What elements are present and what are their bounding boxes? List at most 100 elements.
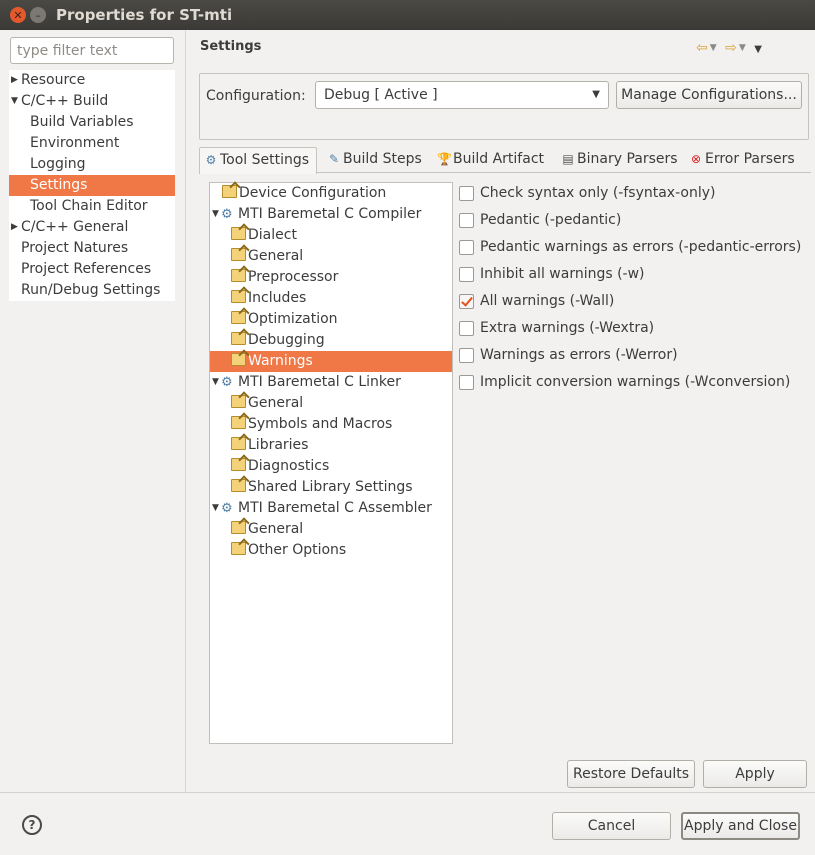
configuration-value: Debug [ Active ] [324, 87, 438, 103]
settings-pane: Settings ⇦▼ ⇨▼ ▼ Configuration: Debug [ … [186, 30, 815, 792]
tool-option-category[interactable]: General [210, 393, 452, 414]
nav-item-label: Project Natures [21, 240, 129, 256]
tool-option-category[interactable]: Includes [210, 288, 452, 309]
cancel-button[interactable]: Cancel [552, 812, 671, 840]
checkbox-unchecked[interactable] [459, 186, 474, 201]
tool-option-category[interactable]: Optimization [210, 309, 452, 330]
expanded-arrow-icon[interactable]: ▼ [11, 91, 18, 112]
folder-icon [231, 248, 246, 261]
nav-item-c-c-general[interactable]: ▶ C/C++ General [9, 217, 175, 238]
option-checkbox-row[interactable]: Warnings as errors (-Werror) [458, 344, 808, 371]
tool-option-category[interactable]: Diagnostics [210, 456, 452, 477]
tree-item-label: Diagnostics [248, 458, 330, 474]
option-checkbox-row[interactable]: All warnings (-Wall) [458, 290, 808, 317]
title-bar: ✕ – Properties for ST-mti [0, 0, 815, 30]
tool-node[interactable]: ▼ ⚙ MTI Baremetal C Compiler [210, 204, 452, 225]
build-steps-icon: ✎ [328, 152, 340, 166]
tab-binary-parsers[interactable]: ▤ Binary Parsers [557, 147, 679, 173]
close-window-button[interactable]: ✕ [10, 7, 26, 23]
properties-dialog: ✕ – Properties for ST-mti ▶Resource▼C/C+… [0, 0, 815, 855]
tool-option-category[interactable]: Libraries [210, 435, 452, 456]
option-checkbox-row[interactable]: Inhibit all warnings (-w) [458, 263, 808, 290]
tab-error-parsers[interactable]: ⊗ Error Parsers [685, 147, 807, 173]
nav-item-resource[interactable]: ▶ Resource [9, 70, 175, 91]
manage-configurations-button[interactable]: Manage Configurations... [616, 81, 802, 109]
tool-option-category[interactable]: Other Options [210, 540, 452, 561]
folder-icon [231, 227, 246, 240]
window-title: Properties for ST-mti [56, 6, 233, 24]
tool-option-category[interactable]: Warnings [210, 351, 452, 372]
tool-node[interactable]: ▼ ⚙ MTI Baremetal C Assembler [210, 498, 452, 519]
filter-input[interactable] [10, 37, 174, 64]
checkbox-unchecked[interactable] [459, 321, 474, 336]
tool-option-category[interactable]: Shared Library Settings [210, 477, 452, 498]
minimize-window-button[interactable]: – [30, 7, 46, 23]
forward-arrow-icon[interactable]: ⇨ [725, 40, 739, 56]
settings-tabs: ⚙ Tool Settings ✎ Build Steps 🏆Build Artifac… [199, 147, 811, 174]
tool-option-category[interactable]: Device Configuration [210, 183, 452, 204]
tree-item-label: Symbols and Macros [248, 416, 393, 432]
folder-icon [231, 458, 246, 471]
nav-item-settings[interactable]: Settings [9, 175, 175, 196]
left-pane: ▶Resource▼C/C++ BuildBuild VariablesEnvi… [0, 30, 186, 792]
tool-option-category[interactable]: General [210, 246, 452, 267]
nav-item-label: C/C++ Build [21, 93, 109, 109]
option-checkbox-row[interactable]: Implicit conversion warnings (-Wconversi… [458, 371, 808, 398]
tree-item-label: General [248, 248, 304, 264]
view-menu-icon[interactable]: ▼ [754, 44, 764, 55]
checkbox-checked[interactable] [459, 294, 474, 309]
expanded-arrow-icon[interactable]: ▼ [212, 498, 219, 519]
tool-option-category[interactable]: Dialect [210, 225, 452, 246]
option-checkbox-row[interactable]: Check syntax only (-fsyntax-only) [458, 182, 808, 209]
history-nav: ⇦▼ ⇨▼ ▼ [696, 40, 764, 56]
folder-icon [231, 311, 246, 324]
nav-item-logging[interactable]: Logging [9, 154, 175, 175]
checkbox-unchecked[interactable] [459, 213, 474, 228]
nav-item-project-natures[interactable]: Project Natures [9, 238, 175, 259]
apply-button[interactable]: Apply [703, 760, 807, 788]
folder-icon [231, 479, 246, 492]
expanded-arrow-icon[interactable]: ▼ [212, 204, 219, 225]
forward-dropdown-icon[interactable]: ▼ [739, 43, 748, 53]
tab-tool-settings[interactable]: ⚙ Tool Settings [199, 147, 317, 174]
nav-item-c-c-build[interactable]: ▼ C/C++ Build [9, 91, 175, 112]
restore-defaults-button[interactable]: Restore Defaults [567, 760, 695, 788]
tab-label: Build Artifact [453, 151, 544, 167]
nav-item-label: Resource [21, 72, 86, 88]
nav-item-project-references[interactable]: Project References [9, 259, 175, 280]
nav-item-build-variables[interactable]: Build Variables [9, 112, 175, 133]
tab-build-artifact[interactable]: 🏆Build Artifact [433, 147, 551, 173]
nav-item-run-debug-settings[interactable]: Run/Debug Settings [9, 280, 175, 301]
back-dropdown-icon[interactable]: ▼ [710, 43, 719, 53]
collapsed-arrow-icon[interactable]: ▶ [11, 217, 18, 238]
option-label: Pedantic warnings as errors (-pedantic-e… [480, 239, 802, 255]
option-checkbox-row[interactable]: Pedantic warnings as errors (-pedantic-e… [458, 236, 808, 263]
tool-option-category[interactable]: Preprocessor [210, 267, 452, 288]
tool-option-category[interactable]: Symbols and Macros [210, 414, 452, 435]
dialog-button-bar: ? Cancel Apply and Close [0, 792, 815, 855]
folder-icon [231, 269, 246, 282]
tree-item-label: Includes [248, 290, 307, 306]
checkbox-unchecked[interactable] [459, 348, 474, 363]
checkbox-unchecked[interactable] [459, 375, 474, 390]
expanded-arrow-icon[interactable]: ▼ [212, 372, 219, 393]
nav-item-label: Environment [30, 135, 120, 151]
nav-item-tool-chain-editor[interactable]: Tool Chain Editor [9, 196, 175, 217]
tool-option-category[interactable]: General [210, 519, 452, 540]
nav-item-environment[interactable]: Environment [9, 133, 175, 154]
tab-build-steps[interactable]: ✎ Build Steps [323, 147, 427, 173]
option-label: Pedantic (-pedantic) [480, 212, 622, 228]
collapsed-arrow-icon[interactable]: ▶ [11, 70, 18, 91]
checkbox-unchecked[interactable] [459, 267, 474, 282]
apply-and-close-button[interactable]: Apply and Close [681, 812, 800, 840]
back-arrow-icon[interactable]: ⇦ [696, 40, 710, 56]
option-checkbox-row[interactable]: Pedantic (-pedantic) [458, 209, 808, 236]
configuration-select[interactable]: Debug [ Active ] ▼ [315, 81, 609, 109]
checkbox-unchecked[interactable] [459, 240, 474, 255]
tree-item-label: MTI Baremetal C Assembler [238, 500, 432, 516]
binary-icon: ▤ [562, 152, 574, 166]
option-checkbox-row[interactable]: Extra warnings (-Wextra) [458, 317, 808, 344]
tool-option-category[interactable]: Debugging [210, 330, 452, 351]
help-icon[interactable]: ? [22, 815, 42, 835]
tool-node[interactable]: ▼ ⚙ MTI Baremetal C Linker [210, 372, 452, 393]
